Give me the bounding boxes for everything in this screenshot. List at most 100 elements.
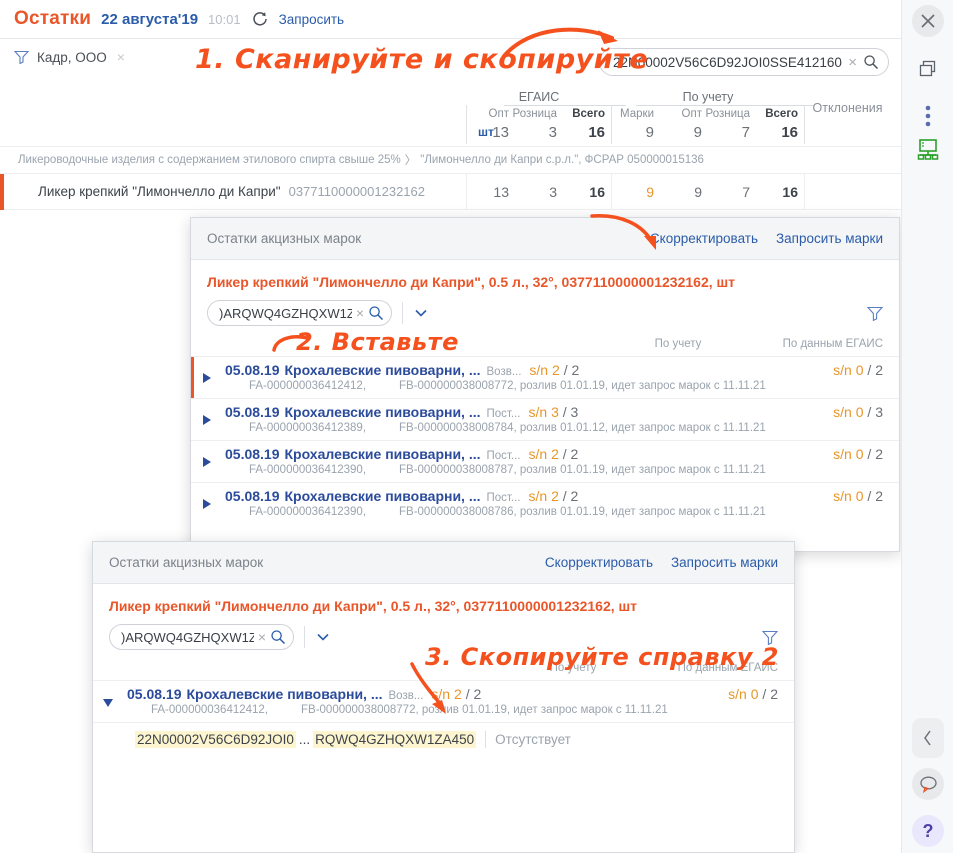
row-egais: s/n 0 / 3	[833, 404, 883, 420]
request-marks-button[interactable]: Запросить марки	[671, 555, 778, 570]
chevron-down-icon[interactable]	[315, 629, 331, 645]
help-question-icon[interactable]: ?	[912, 815, 944, 847]
dialog-header: Остатки акцизных марок Скорректировать З…	[93, 542, 794, 584]
dialog-subtitle: Ликер крепкий "Лимончелло ди Капри", 0.5…	[207, 274, 736, 290]
row-indicator-bar	[191, 399, 194, 440]
row-sn-num: 2	[551, 488, 559, 504]
row-egais-den: / 2	[762, 686, 778, 702]
collapse-triangle-icon[interactable]	[103, 699, 113, 707]
mark-search-clear-icon[interactable]: ×	[258, 629, 266, 645]
metric-value: 9	[693, 124, 702, 141]
product-cell: 13	[493, 184, 509, 200]
mark-search-value: )ARQWQ4GZHQXW1ZA·	[219, 305, 352, 321]
correct-button[interactable]: Скорректировать	[650, 231, 758, 246]
row-date: 05.08.19	[225, 362, 280, 378]
row-sn-den: / 2	[563, 362, 580, 378]
row-egais-den: / 2	[867, 362, 883, 378]
chevron-left-icon[interactable]	[912, 718, 944, 758]
metric-label: Опт	[488, 108, 509, 120]
mark-list-row[interactable]: 05.08.19 Крохалевские пивоварни, ... Воз…	[191, 356, 899, 398]
mark-search-magnifier-icon[interactable]	[270, 629, 286, 645]
chevron-down-icon[interactable]	[413, 305, 429, 321]
dialog-funnel-icon[interactable]	[761, 630, 779, 645]
dialog-subtitle: Ликер крепкий "Лимончелло ди Капри", 0.5…	[109, 598, 638, 614]
mark-search-magnifier-icon[interactable]	[368, 305, 384, 321]
mark-code-part-1: 22N00002V56C6D92JOI0	[135, 731, 296, 748]
product-code: 0377110000001232162	[288, 184, 425, 199]
row-indicator-bar	[93, 681, 96, 722]
expand-triangle-icon[interactable]	[203, 499, 211, 509]
mark-search-input[interactable]: )ARQWQ4GZHQXW1ZA· ×	[109, 624, 294, 650]
row-egais: s/n 0 / 2	[728, 686, 778, 702]
row-fb-code: FB-000000038008786, розлив 01.01.19, иде…	[399, 506, 766, 518]
marks-column-headers: По учету По данным ЕГАИС	[191, 338, 899, 356]
metric-col: Розница 3	[513, 105, 563, 143]
more-vertical-icon[interactable]	[912, 100, 944, 132]
metric-value: 16	[781, 124, 798, 141]
header-time: 10:01	[208, 11, 241, 27]
metric-value: 13	[492, 124, 509, 141]
mark-list-row[interactable]: 05.08.19 Крохалевские пивоварни, ... Пос…	[191, 398, 899, 440]
expand-triangle-icon[interactable]	[203, 457, 211, 467]
row-fb-code: FB-000000038008784, розлив 01.01.12, иде…	[399, 422, 766, 434]
row-egais-num: 0	[855, 446, 864, 462]
metric-label: Всего	[572, 108, 605, 120]
metrics-group-egais: ЕГАИС Опт 13 Розница 3 Всего 16	[467, 86, 611, 144]
copy-windows-icon[interactable]	[912, 53, 944, 85]
row-date: 05.08.19	[127, 686, 182, 702]
row-sn-num: 2	[551, 446, 559, 462]
metric-col: Опт 9	[660, 105, 708, 143]
row-sn-label: s/n	[528, 404, 548, 420]
dialog-funnel-icon[interactable]	[866, 306, 884, 321]
mark-code-part-2: RQWQ4GZHQXW1ZA450	[313, 731, 477, 748]
request-link[interactable]: Запросить	[279, 12, 345, 27]
search-clear-icon[interactable]: ×	[848, 54, 857, 71]
filter-chip-label[interactable]: Кадр, ООО	[37, 50, 107, 65]
funnel-icon[interactable]	[13, 50, 30, 65]
row-type: Пост...	[486, 408, 521, 420]
row-sn-label: s/n	[529, 362, 549, 378]
metric-label: Марки	[620, 108, 654, 120]
breadcrumb-part-1[interactable]: Ликероводочные изделия с содержанием эти…	[18, 154, 401, 166]
mark-list-row[interactable]: 05.08.19 Крохалевские пивоварни, ... Пос…	[191, 440, 899, 482]
breadcrumb-part-2[interactable]: "Лимончелло ди Капри с.р.л.", ФСРАР 0500…	[420, 154, 704, 166]
row-type: Возв...	[388, 690, 424, 702]
search-value: 22N00002V56C6D92JOI0SSE4121600...	[613, 54, 843, 70]
col-header-egais: По данным ЕГАИС	[782, 338, 883, 350]
row-egais: s/n 0 / 2	[833, 362, 883, 378]
product-cell-deviation	[805, 174, 890, 210]
expand-triangle-icon[interactable]	[203, 415, 211, 425]
mark-code-ellipsis: ...	[298, 732, 311, 747]
mark-search-clear-icon[interactable]: ×	[356, 305, 364, 321]
chat-bubble-icon[interactable]	[912, 768, 944, 800]
filter-chip-close-icon[interactable]: ×	[117, 49, 125, 65]
close-icon[interactable]	[912, 5, 944, 37]
row-egais-num: 0	[750, 686, 759, 702]
search-magnifier-icon[interactable]	[863, 54, 879, 70]
dialog-title: Остатки акцизных марок	[207, 231, 362, 246]
correct-button[interactable]: Скорректировать	[545, 555, 653, 570]
request-marks-button[interactable]: Запросить марки	[776, 231, 883, 246]
col-spacer	[207, 338, 603, 356]
mark-list-row-expanded[interactable]: 05.08.19 Крохалевские пивоварни, ... Воз…	[93, 680, 794, 722]
mark-code-row[interactable]: 22N00002V56C6D92JOI0 ... RQWQ4GZHQXW1ZA4…	[93, 722, 794, 756]
row-indicator-bar	[0, 173, 4, 210]
metrics-header: ЕГАИС Опт 13 Розница 3 Всего 16 По учету	[466, 86, 901, 144]
metric-col: Марки 9	[612, 105, 660, 143]
mark-list-row[interactable]: 05.08.19 Крохалевские пивоварни, ... Пос…	[191, 482, 899, 524]
row-egais: s/n 0 / 2	[833, 488, 883, 504]
metrics-group-title: По учету	[682, 90, 734, 104]
row-sn-label: s/n	[528, 446, 548, 462]
breadcrumb: Ликероводочные изделия с содержанием эти…	[0, 146, 901, 174]
row-type: Пост...	[486, 492, 521, 504]
row-egais-num: 0	[855, 404, 864, 420]
refresh-icon[interactable]	[251, 10, 269, 28]
mark-search-input[interactable]: )ARQWQ4GZHQXW1ZA· ×	[207, 300, 392, 326]
metrics-group-title: ЕГАИС	[518, 90, 560, 104]
row-sn: s/n 2 / 2	[529, 446, 579, 462]
row-type: Возв...	[486, 366, 522, 378]
expand-triangle-icon[interactable]	[203, 373, 211, 383]
network-monitor-icon[interactable]	[912, 133, 944, 165]
search-input[interactable]: 22N00002V56C6D92JOI0SSE4121600... ×	[599, 48, 889, 76]
row-sn-label: s/n	[431, 686, 451, 702]
